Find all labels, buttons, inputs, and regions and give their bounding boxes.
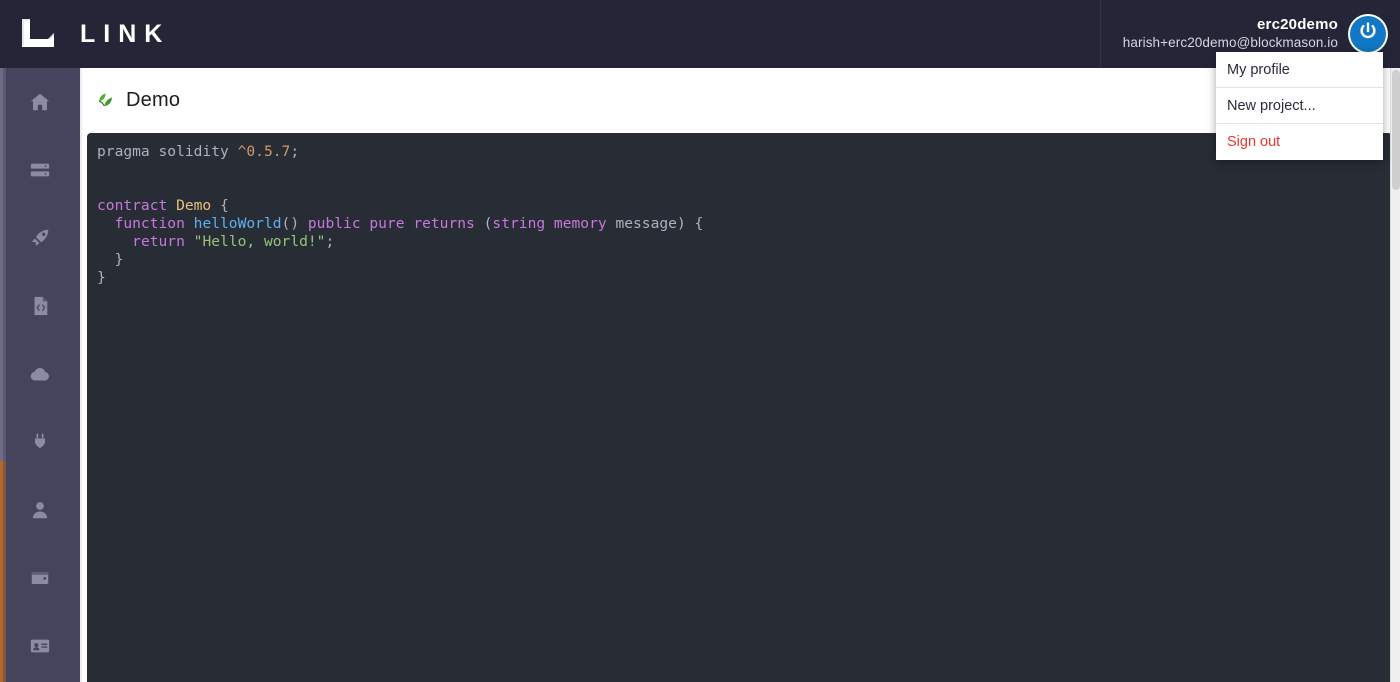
code-token: string memory [492,215,607,232]
content-card: Demo pragma solidity ^0.5.7; contract De… [82,68,1392,682]
sidebar-item-wallet[interactable] [0,544,80,612]
plug-icon [29,431,51,453]
power-icon [1356,20,1380,49]
code-token: public pure returns [307,215,484,232]
user-icon [29,499,51,521]
menu-item-my-profile[interactable]: My profile [1216,52,1383,88]
user-text: erc20demo harish+erc20demo@blockmason.io [1123,16,1338,52]
code-content[interactable]: pragma solidity ^0.5.7; contract Demo { … [87,133,1392,287]
sidebar-item-account[interactable] [0,476,80,544]
code-token: ; [290,143,300,160]
file-code-icon [29,295,51,317]
code-token: return [132,233,194,250]
brand-name: LINK [80,19,171,48]
user-email: harish+erc20demo@blockmason.io [1122,34,1338,50]
code-token: "Hello, world!" [193,233,326,250]
user-name: erc20demo [1256,16,1338,34]
code-token: message) { [606,215,704,232]
code-token: } [97,269,106,286]
code-token: function [114,215,194,232]
top-header: LINK erc20demo harish+erc20demo@blockmas… [0,0,1400,68]
code-editor[interactable]: pragma solidity ^0.5.7; contract Demo { … [87,133,1392,682]
code-token: Demo [176,197,212,214]
code-token: pragma solidity [97,143,238,160]
code-token: () [281,215,308,232]
solidity-leaf-icon [92,89,116,113]
left-edge-scrollbar[interactable] [0,68,3,682]
cloud-icon [28,362,52,386]
server-icon [29,159,51,181]
sidebar-item-billing[interactable] [0,612,80,680]
code-token: ^0.5.7 [237,143,291,160]
link-logo-icon [18,17,58,51]
sidebar-item-cloud[interactable] [0,340,80,408]
page-title-bar: Demo [82,68,1392,133]
wallet-icon [29,567,51,589]
code-token: contract [97,197,177,214]
sidebar-item-integrations[interactable] [0,408,80,476]
sidebar [0,68,80,682]
scrollbar-thumb[interactable] [1392,70,1400,190]
menu-item-new-project[interactable]: New project... [1216,88,1383,124]
main-area: Demo pragma solidity ^0.5.7; contract De… [80,68,1400,682]
code-token: } [97,251,124,268]
code-token: { [211,197,229,214]
code-token: helloWorld [193,215,282,232]
app-root: LINK erc20demo harish+erc20demo@blockmas… [0,0,1400,682]
page-title: Demo [126,89,181,111]
user-dropdown-menu: My profile New project... Sign out [1216,52,1383,160]
menu-item-sign-out[interactable]: Sign out [1216,124,1383,160]
rocket-icon [29,227,51,249]
brand[interactable]: LINK [0,17,170,51]
home-icon [29,91,51,113]
sidebar-item-databases[interactable] [0,136,80,204]
sidebar-item-home[interactable] [0,68,80,136]
sidebar-item-deploy[interactable] [0,204,80,272]
sidebar-item-contracts[interactable] [0,272,80,340]
avatar[interactable] [1350,16,1386,52]
id-card-icon [28,635,52,657]
code-token: ; [325,233,335,250]
page-scrollbar-vertical[interactable] [1390,68,1400,682]
